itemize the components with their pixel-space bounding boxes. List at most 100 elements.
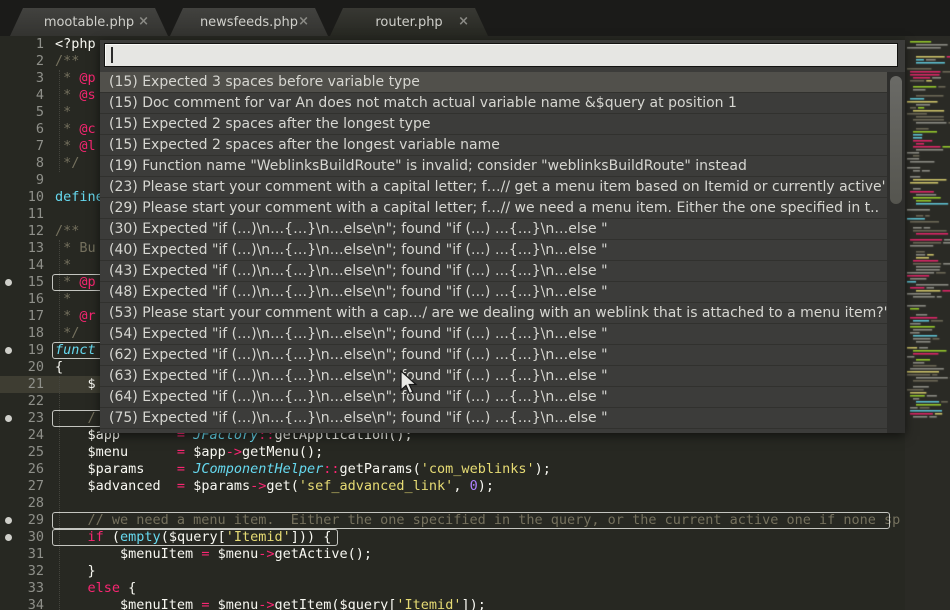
code-text: * @c (55, 121, 96, 138)
gutter-error-dot-icon (5, 347, 12, 354)
lint-result-item[interactable]: (15) Expected 3 spaces before variable t… (100, 72, 887, 93)
line-number: 33 (0, 580, 44, 597)
lint-result-item[interactable]: (63) Expected "if (…)\n…{…}\n…else\n"; f… (100, 366, 887, 387)
gutter-error-dot-icon (5, 534, 12, 541)
gutter-error-dot-icon (5, 517, 12, 524)
line-number: 17 (0, 308, 44, 325)
tab-router.php[interactable]: router.php × (330, 8, 488, 36)
lint-result-item[interactable]: (15) Doc comment for var An does not mat… (100, 93, 887, 114)
lint-result-item[interactable]: (43) Expected "if (…)\n…{…}\n…else\n"; f… (100, 261, 887, 282)
code-line[interactable]: 25 $menu = $app->getMenu(); (0, 444, 905, 461)
code-text: $params = JComponentHelper::getParams('c… (55, 461, 551, 478)
popup-scrollbar-thumb[interactable] (890, 76, 902, 204)
code-text: * (55, 257, 71, 274)
lint-results-popup: (15) Expected 3 spaces before variable t… (100, 40, 905, 433)
indent-guide (59, 240, 60, 342)
lint-result-item[interactable]: (53) Please start your comment with a ca… (100, 303, 887, 324)
line-number: 2 (0, 53, 44, 70)
lint-result-item[interactable]: (15) Expected 2 spaces after the longest… (100, 114, 887, 135)
quick-panel-input[interactable] (104, 43, 898, 67)
line-number: 34 (0, 597, 44, 610)
code-text: { (55, 359, 63, 376)
lint-result-item[interactable]: (40) Expected "if (…)\n…{…}\n…else\n"; f… (100, 240, 887, 261)
line-number: 13 (0, 240, 44, 257)
lint-error-outline (52, 529, 338, 546)
code-text: /** (55, 53, 79, 70)
code-line[interactable]: 28 (0, 495, 905, 512)
line-number: 20 (0, 359, 44, 376)
gutter-error-dot-icon (5, 279, 12, 286)
lint-result-item[interactable]: (62) Expected "if (…)\n…{…}\n…else\n"; f… (100, 345, 887, 366)
code-line[interactable]: 34 $menuItem = $menu->getItem($query['It… (0, 597, 905, 610)
line-number: 1 (0, 36, 44, 53)
code-line[interactable]: 33 else { (0, 580, 905, 597)
code-text: <?php (55, 36, 96, 53)
code-text: * @l (55, 138, 96, 155)
line-number: 11 (0, 206, 44, 223)
line-number: 14 (0, 257, 44, 274)
lint-result-item[interactable]: (54) Expected "if (…)\n…{…}\n…else\n"; f… (100, 324, 887, 345)
line-number: 21 (0, 376, 44, 393)
lint-result-item[interactable]: (30) Expected "if (…)\n…{…}\n…else\n"; f… (100, 219, 887, 240)
line-number: 7 (0, 138, 44, 155)
close-icon[interactable]: × (458, 15, 469, 28)
lint-result-item[interactable]: (75) Expected "if (…)\n…{…}\n…else\n"; f… (100, 408, 887, 429)
code-line[interactable]: 26 $params = JComponentHelper::getParams… (0, 461, 905, 478)
line-number: 3 (0, 70, 44, 87)
code-text: $advanced = $params->get('sef_advanced_l… (55, 478, 494, 495)
line-number: 26 (0, 461, 44, 478)
lint-result-item[interactable]: (15) Expected 2 spaces after the longest… (100, 135, 887, 156)
line-number: 18 (0, 325, 44, 342)
mouse-cursor (398, 370, 420, 396)
code-text: } (55, 563, 96, 580)
code-text: * @p (55, 70, 96, 87)
indent-guide (59, 70, 60, 172)
code-text: * Bu (55, 240, 96, 257)
line-number: 27 (0, 478, 44, 495)
editor-window: mootable.php×newsfeeds.php×router.php× 1… (0, 0, 950, 610)
code-text: else { (55, 580, 136, 597)
code-text: * (55, 104, 71, 121)
code-text: define (55, 189, 104, 206)
lint-result-item[interactable]: (64) Expected "if (…)\n…{…}\n…else\n"; f… (100, 387, 887, 408)
minimap[interactable] (905, 36, 950, 610)
code-line[interactable]: 27 $advanced = $params->get('sef_advance… (0, 478, 905, 495)
code-line[interactable]: 31 $menuItem = $menu->getActive(); (0, 546, 905, 563)
line-number: 25 (0, 444, 44, 461)
tab-label: router.php (375, 15, 442, 30)
line-number: 5 (0, 104, 44, 121)
code-line[interactable]: 32 } (0, 563, 905, 580)
line-number: 10 (0, 189, 44, 206)
tab-mootable.php[interactable]: mootable.php × (10, 8, 168, 36)
tab-label: newsfeeds.php (200, 15, 298, 30)
close-icon[interactable]: × (298, 15, 309, 28)
gutter-error-dot-icon (5, 415, 12, 422)
line-number: 16 (0, 291, 44, 308)
tab-newsfeeds.php[interactable]: newsfeeds.php× (170, 8, 328, 36)
code-text: $menuItem = $menu->getItem($query['Itemi… (55, 597, 486, 610)
code-text: $menuItem = $menu->getActive(); (55, 546, 372, 563)
line-number: 31 (0, 546, 44, 563)
code-text: * @r (55, 308, 96, 325)
line-number: 22 (0, 393, 44, 410)
lint-error-outline (52, 512, 890, 529)
lint-error-outline (52, 410, 102, 427)
line-number: 9 (0, 172, 44, 189)
line-number: 4 (0, 87, 44, 104)
tab-bar: mootable.php×newsfeeds.php×router.php× (0, 0, 950, 36)
popup-scrollbar-track[interactable] (887, 72, 905, 433)
lint-result-item[interactable]: (29) Please start your comment with a ca… (100, 198, 887, 219)
lint-results-list: (15) Expected 3 spaces before variable t… (100, 72, 887, 429)
code-text: /** (55, 223, 79, 240)
code-text: * (55, 291, 71, 308)
lint-result-item[interactable]: (19) Function name "WeblinksBuildRoute" … (100, 156, 887, 177)
tab-label: mootable.php (44, 15, 134, 30)
close-icon[interactable]: × (138, 15, 149, 28)
line-number: 24 (0, 427, 44, 444)
lint-result-item[interactable]: (48) Expected "if (…)\n…{…}\n…else\n"; f… (100, 282, 887, 303)
lint-result-item[interactable]: (23) Please start your comment with a ca… (100, 177, 887, 198)
line-number: 32 (0, 563, 44, 580)
code-text: $menu = $app->getMenu(); (55, 444, 323, 461)
code-text: * @s (55, 87, 96, 104)
line-number: 28 (0, 495, 44, 512)
